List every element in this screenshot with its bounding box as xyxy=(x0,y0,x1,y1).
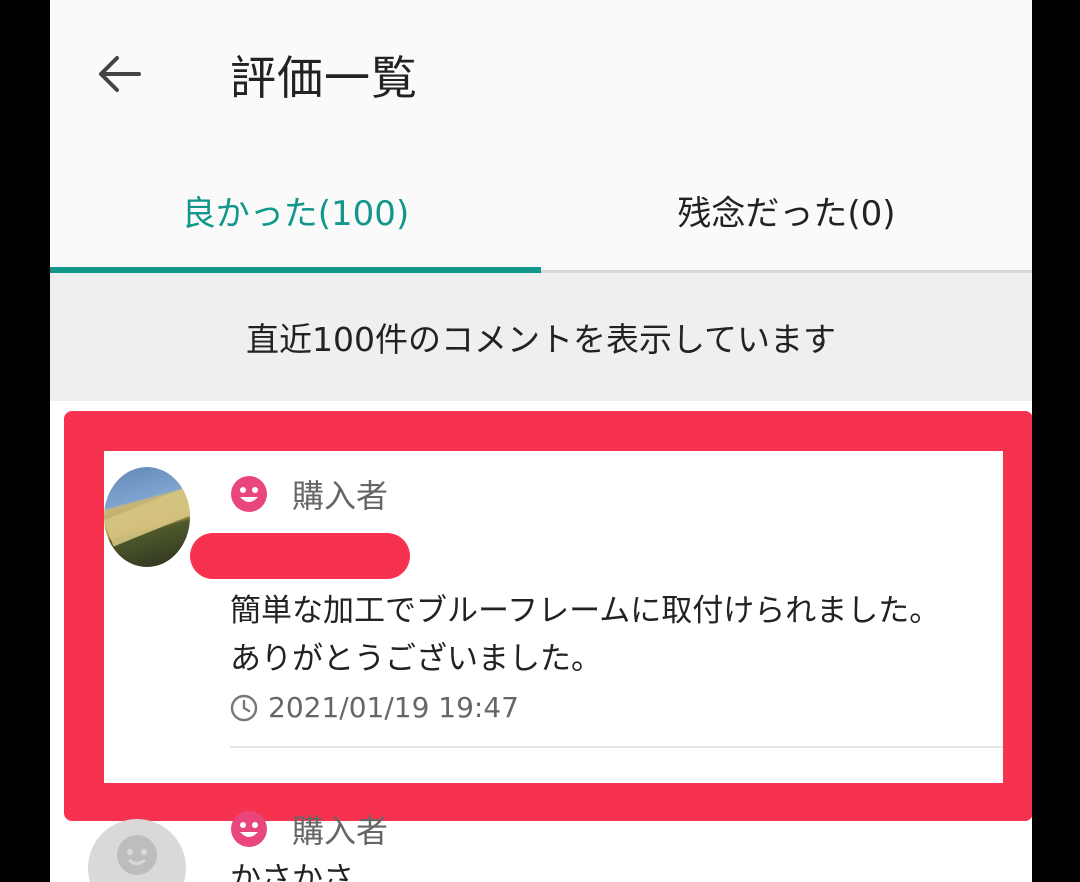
app-screen: 評価一覧 良かった(100) 残念だった(0) 直近100件のコメントを表示して… xyxy=(50,0,1032,882)
back-button[interactable] xyxy=(86,46,150,102)
notice-banner: 直近100件のコメントを表示しています xyxy=(50,273,1032,401)
page-title: 評価一覧 xyxy=(230,51,418,105)
smile-face-icon xyxy=(231,811,267,847)
app-bar: 評価一覧 xyxy=(50,0,1032,150)
default-avatar-icon xyxy=(117,835,157,875)
tab-bar: 良かった(100) 残念だった(0) xyxy=(50,150,1032,273)
reviewer-role: 購入者 xyxy=(230,806,388,852)
review-list: 購入者 簡単な加工でブルーフレームに取付けられました。 ありがとうございました。… xyxy=(50,401,1032,882)
role-label: 購入者 xyxy=(292,812,389,850)
review-comment: かさかさ xyxy=(230,861,354,882)
highlight-frame xyxy=(64,411,1032,821)
avatar[interactable] xyxy=(88,819,186,882)
tab-bad[interactable]: 残念だった(0) xyxy=(541,150,1032,270)
arrow-left-icon xyxy=(99,56,141,92)
tab-good[interactable]: 良かった(100) xyxy=(50,150,541,270)
